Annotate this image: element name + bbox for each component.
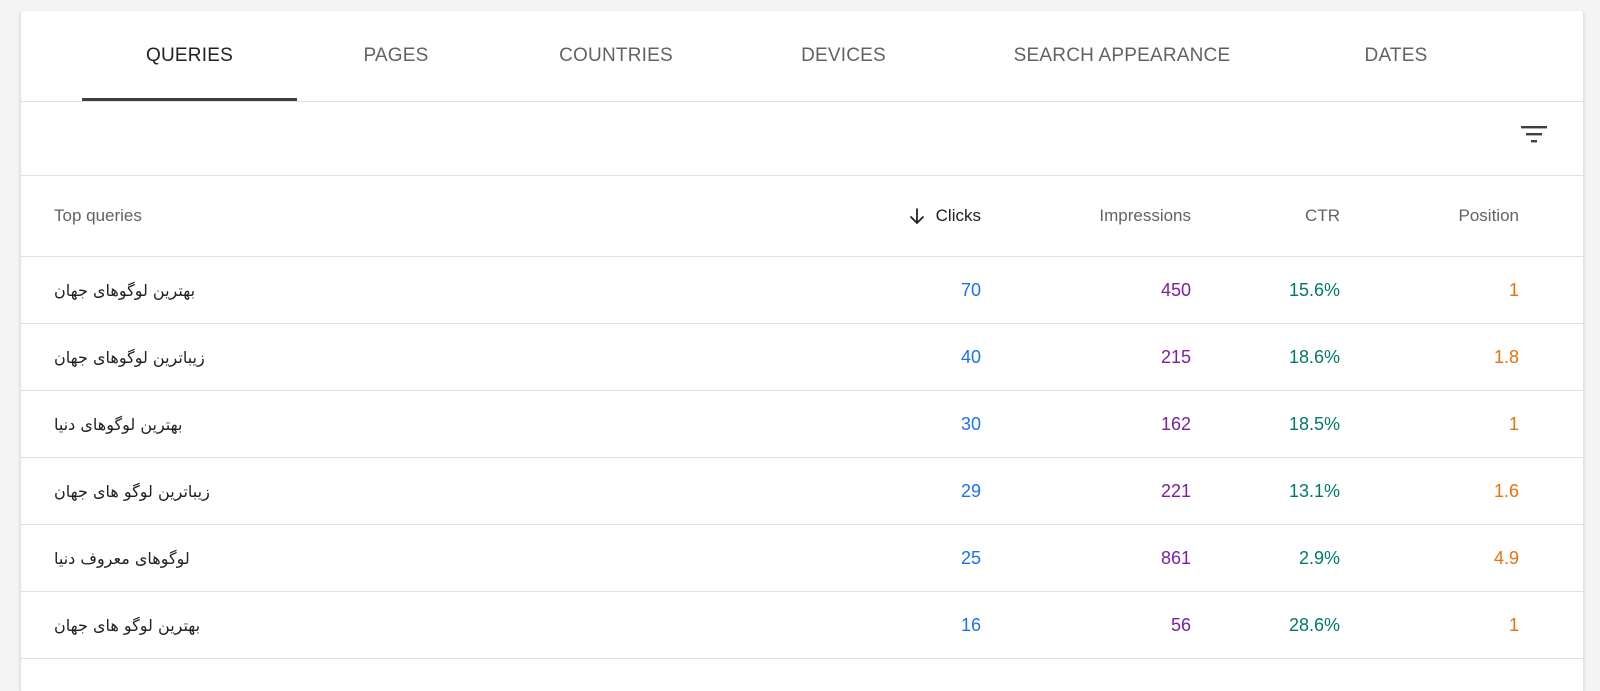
queries-table: Top queries Clicks Impressions CTR Posit… (21, 176, 1583, 659)
table-header-row: Top queries Clicks Impressions CTR Posit… (21, 176, 1583, 257)
header-impressions[interactable]: Impressions (1031, 176, 1191, 256)
filter-icon[interactable] (1521, 122, 1549, 146)
position-value: 4.9 (1493, 547, 1519, 568)
table-row[interactable]: بهترین لوگو های جهان 16 56 28.6% 1 (21, 592, 1583, 659)
position-value: 1 (1508, 614, 1519, 635)
table-row[interactable]: زیباترین لوگو های جهان 29 221 13.1% 1.6 (21, 458, 1583, 525)
tab-bar: QUERIES PAGES COUNTRIES DEVICES SEARCH A… (21, 11, 1583, 102)
position-value: 1.8 (1493, 346, 1519, 367)
tab-devices[interactable]: DEVICES (771, 11, 916, 101)
performance-card: QUERIES PAGES COUNTRIES DEVICES SEARCH A… (20, 11, 1584, 691)
table-row[interactable]: زیباترین لوگوهای جهان 40 215 18.6% 1.8 (21, 324, 1583, 391)
clicks-value: 25 (960, 547, 981, 568)
filter-bar (21, 102, 1583, 176)
impressions-value: 221 (1160, 480, 1191, 501)
ctr-value: 2.9% (1298, 547, 1340, 568)
impressions-value: 450 (1160, 279, 1191, 300)
header-top-queries[interactable]: Top queries (54, 176, 754, 256)
query-text: زیباترین لوگوهای جهان (54, 347, 205, 367)
query-text: بهترین لوگو های جهان (54, 615, 201, 635)
header-clicks-label: Clicks (935, 206, 981, 225)
impressions-value: 861 (1160, 547, 1191, 568)
table-row[interactable]: لوگوهای معروف دنیا 25 861 2.9% 4.9 (21, 525, 1583, 592)
ctr-value: 15.6% (1288, 279, 1340, 300)
impressions-value: 56 (1170, 614, 1191, 635)
clicks-value: 30 (960, 413, 981, 434)
clicks-value: 29 (960, 480, 981, 501)
query-text: بهترین لوگوهای جهان (54, 280, 196, 300)
header-clicks[interactable]: Clicks (821, 176, 981, 256)
clicks-value: 70 (960, 279, 981, 300)
query-text: بهترین لوگوهای دنیا (54, 414, 183, 434)
tab-dates[interactable]: DATES (1341, 11, 1451, 101)
ctr-value: 18.6% (1288, 346, 1340, 367)
ctr-value: 13.1% (1288, 480, 1340, 501)
header-ctr[interactable]: CTR (1220, 176, 1340, 256)
position-value: 1 (1508, 413, 1519, 434)
table-row[interactable]: بهترین لوگوهای جهان 70 450 15.6% 1 (21, 257, 1583, 324)
position-value: 1 (1508, 279, 1519, 300)
arrow-down-icon (908, 207, 926, 225)
tab-search-appearance[interactable]: SEARCH APPEARANCE (991, 11, 1253, 101)
clicks-value: 16 (960, 614, 981, 635)
ctr-value: 28.6% (1288, 614, 1340, 635)
tab-queries[interactable]: QUERIES (82, 11, 297, 101)
header-position[interactable]: Position (1399, 176, 1519, 256)
ctr-value: 18.5% (1288, 413, 1340, 434)
impressions-value: 215 (1160, 346, 1191, 367)
query-text: زیباترین لوگو های جهان (54, 481, 210, 501)
clicks-value: 40 (960, 346, 981, 367)
tab-countries[interactable]: COUNTRIES (541, 11, 691, 101)
impressions-value: 162 (1160, 413, 1191, 434)
tab-pages[interactable]: PAGES (321, 11, 471, 101)
table-row[interactable]: بهترین لوگوهای دنیا 30 162 18.5% 1 (21, 391, 1583, 458)
query-text: لوگوهای معروف دنیا (54, 548, 190, 568)
position-value: 1.6 (1493, 480, 1519, 501)
